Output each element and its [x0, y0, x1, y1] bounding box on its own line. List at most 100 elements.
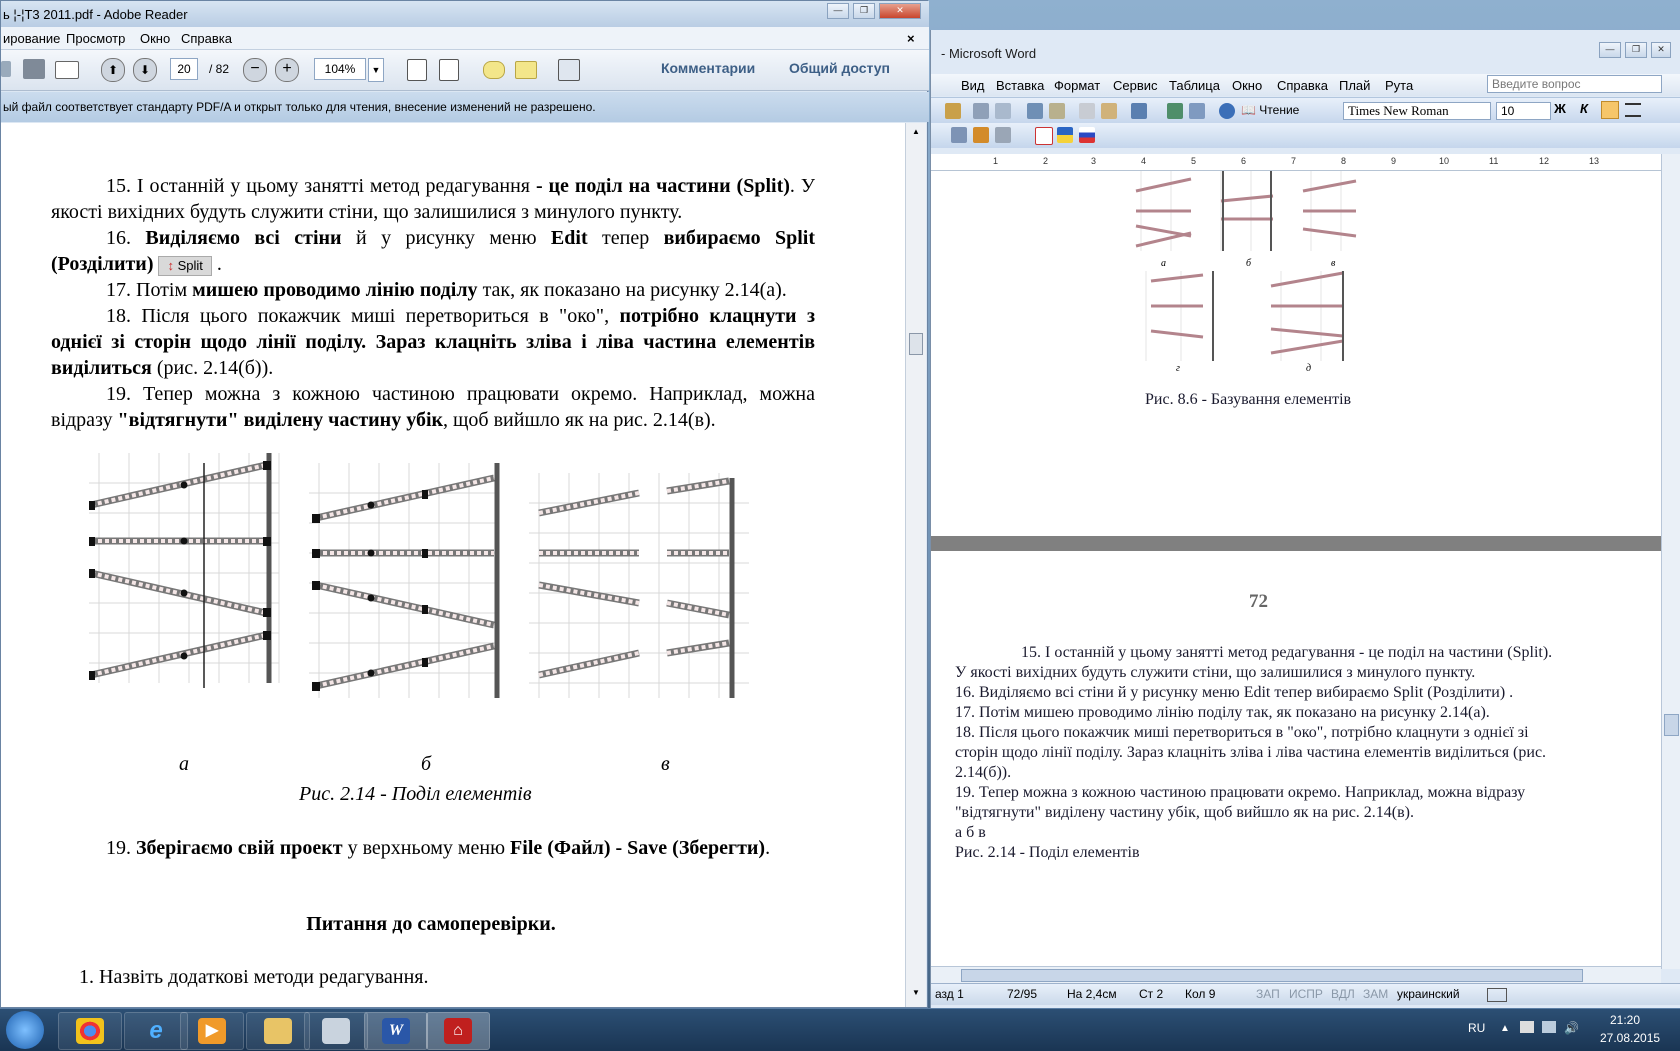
word-horizontal-scrollbar[interactable]	[931, 966, 1661, 983]
adobe-close-button[interactable]: ✕	[879, 3, 921, 19]
adobe-vertical-scrollbar[interactable]: ▲ ▼	[905, 123, 926, 1007]
word-document-area[interactable]: а б в г д Рис. 8.6 - Базування елементів…	[931, 171, 1661, 969]
word-menu-table[interactable]: Таблица	[1169, 78, 1220, 93]
table-icon[interactable]	[1189, 103, 1205, 119]
pdf-page[interactable]: 15. І останній у цьому занятті метод ред…	[1, 123, 905, 1007]
scroll-up-icon[interactable]: ▲	[912, 127, 920, 136]
status-language[interactable]: украинский	[1397, 987, 1460, 1001]
next-page-button[interactable]: ⬇	[133, 58, 157, 82]
save-icon[interactable]	[1, 61, 11, 77]
comments-button[interactable]: Комментарии	[661, 60, 755, 76]
reading-mode-button[interactable]: 📖 Чтение	[1241, 103, 1299, 117]
macro-icon-2[interactable]	[973, 127, 989, 143]
status-rec[interactable]: ЗАП	[1256, 987, 1280, 1001]
action-center-icon[interactable]	[1520, 1021, 1534, 1033]
tray-expand-icon[interactable]: ▲	[1500, 1023, 1510, 1034]
scroll-down-icon[interactable]: ▼	[912, 988, 920, 997]
language-indicator[interactable]: RU	[1468, 1021, 1485, 1035]
fit-width-icon[interactable]	[439, 59, 459, 81]
undo-icon[interactable]	[1131, 103, 1147, 119]
align-left-button[interactable]	[1601, 101, 1619, 119]
taskbar-ie[interactable]: e	[124, 1012, 188, 1050]
word-menu-help[interactable]: Справка	[1277, 78, 1328, 93]
previous-page-button[interactable]: ⬆	[101, 58, 125, 82]
expand-icon[interactable]	[558, 59, 580, 81]
word-restore-button[interactable]: ❐	[1625, 42, 1647, 58]
russia-flag-icon[interactable]	[1079, 127, 1095, 143]
word-menu-insert[interactable]: Вставка	[996, 78, 1044, 93]
start-button[interactable]	[6, 1011, 44, 1049]
zoom-input[interactable]: 104%	[314, 58, 366, 80]
spelling-icon[interactable]	[1027, 103, 1043, 119]
volume-icon[interactable]: 🔊	[1564, 1021, 1579, 1035]
word-body-text[interactable]: 15. І останній у цьому занятті метод ред…	[955, 643, 1555, 863]
taskbar-media-player[interactable]: ▶	[180, 1012, 244, 1050]
taskbar-adobe-reader[interactable]: ⌂	[426, 1012, 490, 1050]
adobe-reader-window[interactable]: ь ¦-¦Т3 2011.pdf - Adobe Reader — ❐ ✕ ир…	[0, 0, 929, 1008]
text-run: 17. Потім	[106, 279, 193, 301]
bold-button[interactable]: Ж	[1551, 101, 1569, 119]
clock-time[interactable]: 21:20	[1610, 1013, 1640, 1027]
zoom-dropdown-button[interactable]: ▼	[368, 58, 384, 82]
status-ovr[interactable]: ЗАМ	[1363, 987, 1388, 1001]
ukraine-flag-icon[interactable]	[1057, 127, 1073, 143]
taskbar-word[interactable]: W	[364, 1012, 428, 1050]
share-button[interactable]: Общий доступ	[789, 60, 890, 76]
word-minimize-button[interactable]: —	[1599, 42, 1621, 58]
status-ext[interactable]: ВДЛ	[1331, 987, 1355, 1001]
taskbar-chrome[interactable]	[58, 1012, 122, 1050]
print-icon[interactable]	[973, 103, 989, 119]
print-preview-icon[interactable]	[995, 103, 1011, 119]
word-title-bar[interactable]: - Microsoft Word — ❐ ✕	[931, 42, 1680, 66]
taskbar-calculator[interactable]	[304, 1012, 368, 1050]
adobe-minimize-button[interactable]: —	[827, 3, 849, 19]
research-icon[interactable]	[1049, 103, 1065, 119]
word-window[interactable]: - Microsoft Word — ❐ ✕ Вид Вставка Форма…	[930, 30, 1680, 1020]
word-hscroll-thumb[interactable]	[961, 969, 1583, 982]
open-icon[interactable]	[945, 103, 961, 119]
zoom-in-button[interactable]: +	[275, 58, 299, 82]
adobe-scroll-thumb[interactable]	[909, 333, 923, 355]
highlight-icon[interactable]	[515, 61, 537, 79]
adobe-menu-edit[interactable]: ирование	[3, 31, 60, 46]
align-center-icon[interactable]	[1625, 103, 1641, 117]
adobe-restore-button[interactable]: ❐	[853, 3, 875, 19]
fit-page-icon[interactable]	[407, 59, 427, 81]
macro-icon-3[interactable]	[995, 127, 1011, 143]
italic-button[interactable]: К	[1575, 101, 1593, 119]
adobe-menu-close-icon[interactable]: ×	[907, 31, 915, 46]
word-scroll-thumb[interactable]	[1664, 714, 1679, 736]
adobe-menu-help[interactable]: Справка	[181, 31, 232, 46]
word-ruler[interactable]: 1 2 3 4 5 6 7 8 9 10 11 12 13	[931, 154, 1661, 171]
spelling-status-icon[interactable]	[1487, 988, 1507, 1002]
word-ask-question-box[interactable]: Введите вопрос	[1487, 75, 1662, 93]
status-trk[interactable]: ИСПР	[1289, 987, 1323, 1001]
adobe-title-bar[interactable]: ь ¦-¦Т3 2011.pdf - Adobe Reader — ❐ ✕	[1, 1, 929, 27]
taskbar-explorer[interactable]	[246, 1012, 310, 1050]
word-menu-tools[interactable]: Сервис	[1113, 78, 1158, 93]
word-menu-ruta[interactable]: Рута	[1385, 78, 1413, 93]
copy-icon[interactable]	[1079, 103, 1095, 119]
adobe-menu-window[interactable]: Окно	[140, 31, 170, 46]
checkmark-icon[interactable]	[1035, 127, 1053, 145]
font-name-select[interactable]: Times New Roman	[1343, 102, 1491, 120]
zoom-out-button[interactable]: −	[243, 58, 267, 82]
print-icon[interactable]	[23, 59, 45, 79]
word-menu-plai[interactable]: Плай	[1339, 78, 1370, 93]
macro-icon-1[interactable]	[951, 127, 967, 143]
word-vertical-scrollbar[interactable]	[1661, 154, 1680, 969]
paste-icon[interactable]	[1101, 103, 1117, 119]
word-menu-format[interactable]: Формат	[1054, 78, 1100, 93]
word-menu-window[interactable]: Окно	[1232, 78, 1262, 93]
help-icon[interactable]	[1219, 103, 1235, 119]
word-menu-view[interactable]: Вид	[961, 78, 985, 93]
network-icon[interactable]	[1542, 1021, 1556, 1033]
email-icon[interactable]	[55, 61, 79, 79]
font-size-select[interactable]: 10	[1496, 102, 1551, 120]
word-close-button[interactable]: ✕	[1651, 42, 1671, 58]
adobe-menu-view[interactable]: Просмотр	[66, 31, 125, 46]
hyperlink-icon[interactable]	[1167, 103, 1183, 119]
comment-icon[interactable]	[483, 61, 505, 79]
clock-date[interactable]: 27.08.2015	[1600, 1031, 1660, 1045]
page-number-input[interactable]: 20	[170, 58, 198, 80]
